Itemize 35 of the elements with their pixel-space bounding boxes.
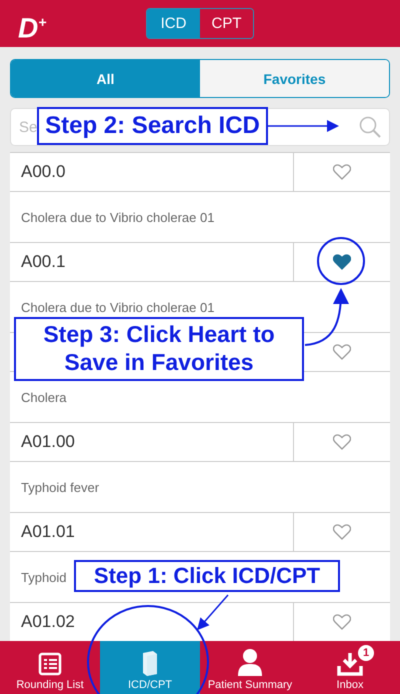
annotation-arrow — [304, 288, 349, 346]
code-cell[interactable]: A00.0 — [10, 153, 294, 191]
app-logo: D$^{+}$ — [18, 11, 46, 44]
annotation-circle — [317, 237, 365, 285]
callout-tooltip: Step 3: Click Heart to Save in Favorites — [14, 317, 304, 381]
search-icon[interactable] — [358, 115, 382, 139]
code-cell[interactable]: A01.00 — [10, 423, 294, 461]
description-text: Typhoid — [21, 570, 67, 584]
heart-icon[interactable] — [333, 344, 351, 360]
description-text: Cholera due to Vibrio cholerae 01 — [21, 300, 214, 314]
heart-icon[interactable] — [333, 524, 351, 540]
heart-icon[interactable] — [333, 164, 351, 180]
tab-bar-item[interactable]: Rounding List — [0, 641, 100, 694]
callout-tooltip: Step 1: Click ICD/CPT — [74, 560, 340, 592]
code-cell[interactable]: A00.1 — [10, 243, 294, 281]
annotation-arrow — [197, 594, 229, 630]
person-icon — [237, 648, 263, 676]
heart-icon[interactable] — [333, 254, 351, 270]
heart-icon[interactable] — [333, 614, 351, 630]
description-text: Typhoid fever — [21, 480, 100, 494]
code-cell[interactable]: A01.01 — [10, 513, 294, 551]
callout-tooltip: Step 2: Search ICD — [37, 107, 268, 145]
filter-tab[interactable]: Favorites — [200, 60, 389, 97]
heart-icon[interactable] — [333, 434, 351, 450]
segment-tab[interactable]: ICD — [147, 9, 200, 38]
description-text: Cholera — [21, 390, 67, 404]
description-text: Cholera due to Vibrio cholerae 01 — [21, 210, 214, 224]
tab-bar-item[interactable]: Patient Summary — [200, 641, 300, 694]
filter-tab[interactable]: All — [11, 60, 200, 97]
annotation-arrow — [268, 120, 339, 132]
download-icon — [337, 652, 363, 676]
tab-bar-item[interactable]: Inbox 1 — [300, 641, 400, 694]
count-badge: 1 — [358, 645, 374, 661]
tab-bar-item[interactable]: ICD/CPT — [100, 641, 200, 694]
list-icon — [38, 652, 62, 676]
